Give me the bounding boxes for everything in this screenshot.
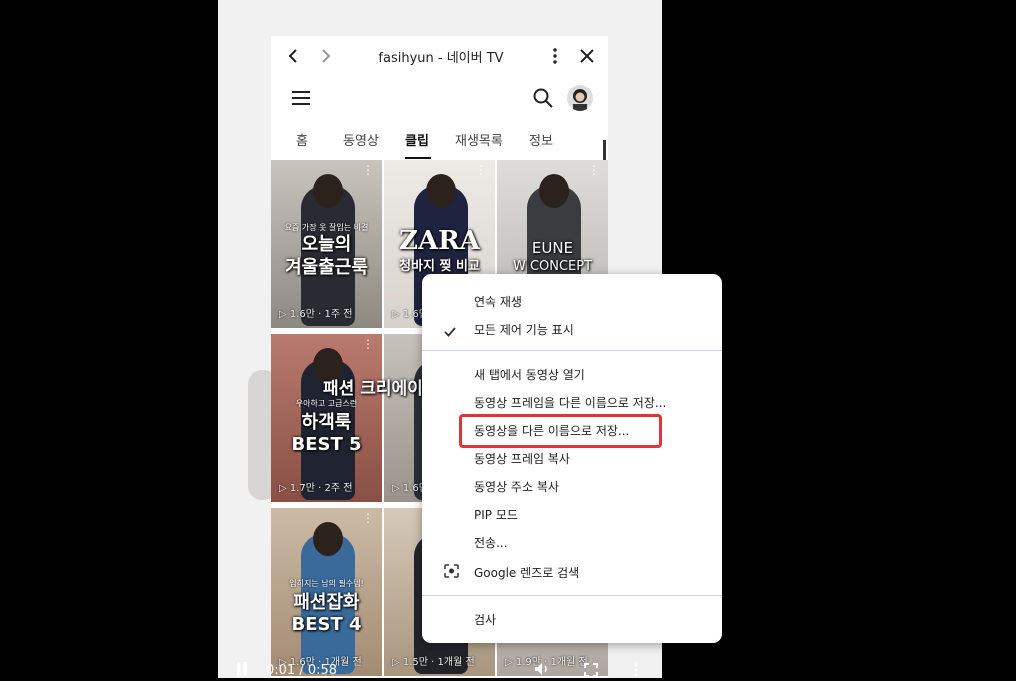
window-title: fasihyun - 네이버 TV	[378, 51, 504, 66]
clip-title-1: 패션잡화	[293, 592, 360, 613]
fullscreen-icon[interactable]	[584, 663, 598, 681]
tab-clips[interactable]: 클립	[405, 130, 429, 149]
clip-title-2: 겨울출근룩	[285, 257, 368, 278]
highlight-box	[459, 414, 662, 448]
site-header	[271, 78, 608, 118]
checkmark-icon	[444, 322, 456, 341]
more-icon[interactable]: ⋮	[588, 164, 600, 176]
more-icon[interactable]: ⋮	[362, 338, 374, 350]
clip-meta: ▷ 1.5만 · 1개월 전	[392, 657, 475, 668]
tab-playlists[interactable]: 재생목록	[455, 130, 503, 149]
person-head	[539, 174, 569, 208]
context-menu: 연속 재생 모든 제어 기능 표시 새 탭에서 동영상 열기 동영상 프레임을 …	[422, 274, 722, 643]
clip-title-1: ZARA	[399, 226, 480, 256]
volume-icon[interactable]	[534, 662, 550, 680]
clip-thumbnail[interactable]: ⋮ 요즘 가장 옷 잘입는 비결 오늘의 겨울출근룩 ▷ 1.6만 · 1주 전	[271, 160, 382, 328]
clip-title-2: BEST 4	[291, 614, 362, 635]
person-head	[313, 522, 343, 556]
more-icon[interactable]: ⋮	[362, 164, 374, 176]
avatar[interactable]	[567, 85, 593, 111]
menu-item-copy-video-address[interactable]: 동영상 주소 복사	[474, 478, 559, 495]
menu-item-google-lens-search[interactable]: Google 렌즈로 검색	[474, 564, 579, 581]
clip-caption-small: 입히지는 남의 필수템!	[289, 579, 364, 588]
forward-icon[interactable]	[316, 46, 336, 66]
menu-item-copy-frame[interactable]: 동영상 프레임 복사	[474, 450, 570, 467]
menu-item-show-all-controls[interactable]: 모든 제어 기능 표시	[474, 321, 574, 338]
player-more-icon[interactable]	[634, 663, 638, 681]
tab-videos[interactable]: 동영상	[343, 130, 379, 149]
active-tab-indicator	[405, 157, 431, 159]
clip-caption-small: 요즘 가장 옷 잘입는 비결	[284, 223, 369, 232]
pause-icon[interactable]	[236, 662, 248, 680]
clip-title-1: 하객룩	[301, 412, 352, 433]
clip-meta: ▷ 1.7만 · 2주 전	[279, 483, 353, 494]
back-icon[interactable]	[283, 46, 303, 66]
menu-item-open-video-new-tab[interactable]: 새 탭에서 동영상 열기	[474, 366, 585, 383]
person-head	[426, 174, 456, 208]
menu-separator	[422, 595, 722, 596]
clip-meta: ▷ 1.6만 · 1주 전	[279, 309, 353, 320]
menu-item-cast[interactable]: 전송...	[474, 534, 508, 551]
clip-caption-small: 우아하고 고급스런	[295, 399, 358, 408]
more-icon[interactable]: ⋮	[362, 512, 374, 524]
hamburger-menu-icon[interactable]	[291, 88, 311, 108]
menu-item-pip-mode[interactable]: PIP 모드	[474, 506, 518, 523]
tab-home[interactable]: 홈	[296, 130, 308, 149]
close-icon[interactable]	[577, 46, 597, 66]
menu-item-continuous-play[interactable]: 연속 재생	[474, 293, 522, 310]
clip-title-1: 오늘의	[301, 234, 352, 255]
menu-item-inspect[interactable]: 검사	[474, 611, 496, 628]
google-lens-icon	[444, 563, 459, 582]
clip-thumbnail[interactable]: ⋮ 입히지는 남의 필수템! 패션잡화 BEST 4 ▷ 1.6만 · 1개월 …	[271, 508, 382, 676]
person-head	[313, 174, 343, 208]
menu-separator	[422, 350, 722, 351]
browser-topbar: fasihyun - 네이버 TV	[271, 36, 608, 76]
menu-item-save-frame-as[interactable]: 동영상 프레임을 다른 이름으로 저장...	[474, 394, 666, 411]
clip-thumbnail[interactable]: ⋮ 우아하고 고급스런 하객룩 BEST 5 ▷ 1.7만 · 2주 전	[271, 334, 382, 502]
time-display: 0:01 / 0:58	[266, 663, 338, 678]
scrollbar[interactable]	[603, 140, 606, 162]
clip-title-2: BEST 5	[291, 434, 362, 455]
tab-info[interactable]: 정보	[529, 130, 553, 149]
more-vert-icon[interactable]	[545, 46, 565, 66]
search-icon[interactable]	[531, 86, 555, 110]
more-icon[interactable]: ⋮	[475, 164, 487, 176]
